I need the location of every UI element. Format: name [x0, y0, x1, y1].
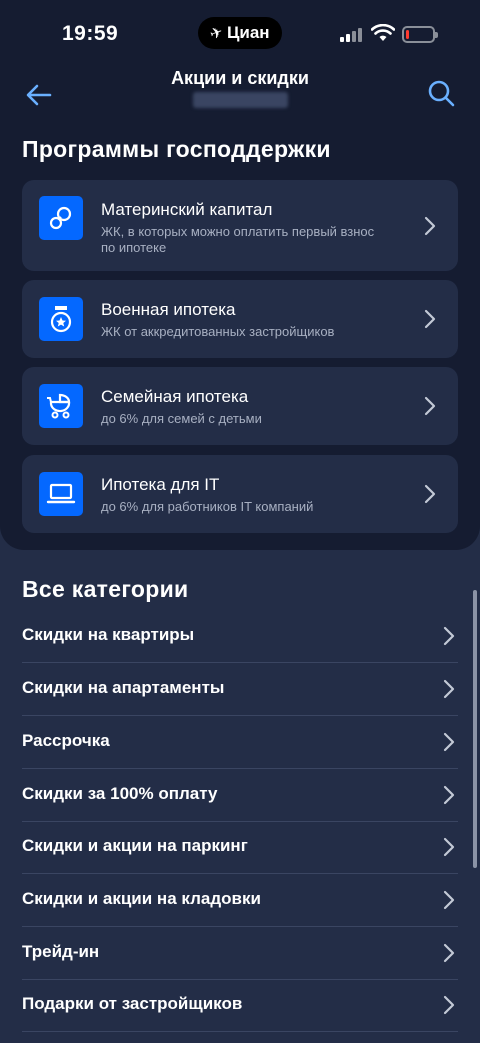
program-title: Военная ипотека [101, 300, 236, 319]
chevron-right-icon [443, 785, 455, 805]
medal-icon [39, 297, 83, 341]
program-title: Материнский капитал [101, 200, 273, 219]
program-description: ЖК от аккредитованных застройщиков [101, 324, 335, 339]
category-label: Трейд-ин [22, 942, 100, 961]
category-label: Подарки от застройщиков [22, 994, 243, 1013]
laptop-icon [39, 472, 83, 516]
chevron-right-icon [443, 626, 455, 646]
program-description: до 6% для работников IT компаний [101, 499, 314, 514]
chevron-right-icon [443, 943, 455, 963]
status-time: 19:59 [62, 22, 119, 45]
category-row-trade-in[interactable]: Трейд-ин [22, 927, 458, 980]
chevron-right-icon [424, 396, 436, 416]
dynamic-island: ✈ Циан [198, 17, 282, 49]
search-icon[interactable] [426, 78, 456, 108]
chevron-right-icon [443, 890, 455, 910]
category-row-storage[interactable]: Скидки и акции на кладовки [22, 874, 458, 927]
scrollbar[interactable] [473, 590, 477, 868]
cellular-signal-icon [340, 28, 362, 42]
program-card-military-mortgage[interactable]: Военная ипотека ЖК от аккредитованных за… [22, 280, 458, 358]
gov-programs-panel: Программы господдержки Материнский капит… [0, 122, 480, 550]
chevron-right-icon [443, 995, 455, 1015]
blurred-subtitle [193, 92, 288, 108]
program-title: Ипотека для IT [101, 475, 220, 494]
pacifier-icon [39, 196, 83, 240]
program-title: Семейная ипотека [101, 387, 249, 406]
categories-title: Все категории [22, 576, 189, 602]
wifi-icon [371, 24, 395, 41]
nav-header: Акции и скидки [0, 64, 480, 122]
category-label: Скидки и акции на паркинг [22, 836, 248, 855]
battery-level-fill [406, 30, 409, 39]
category-label: Скидки за 100% оплату [22, 784, 218, 803]
chevron-right-icon [443, 732, 455, 752]
battery-icon [402, 26, 438, 43]
program-card-family-mortgage[interactable]: Семейная ипотека до 6% для семей с детьм… [22, 367, 458, 445]
category-label: Скидки на апартаменты [22, 678, 225, 697]
gov-programs-title: Программы господдержки [22, 136, 331, 162]
program-card-it-mortgage[interactable]: Ипотека для IT до 6% для работников IT к… [22, 455, 458, 533]
category-label: Скидки и акции на кладовки [22, 889, 261, 908]
category-row-installments[interactable]: Рассрочка [22, 716, 458, 769]
stroller-icon [39, 384, 83, 428]
category-label: Скидки на квартиры [22, 625, 195, 644]
program-card-maternity-capital[interactable]: Материнский капитал ЖК, в которых можно … [22, 180, 458, 271]
chevron-right-icon [443, 679, 455, 699]
chevron-right-icon [424, 484, 436, 504]
category-label: Рассрочка [22, 731, 110, 750]
category-row-full-payment[interactable]: Скидки за 100% оплату [22, 769, 458, 822]
island-app-name: Циан [226, 23, 270, 42]
chevron-right-icon [443, 837, 455, 857]
category-row-parking[interactable]: Скидки и акции на паркинг [22, 821, 458, 874]
category-row-apartments-discounts[interactable]: Скидки на квартиры [22, 610, 458, 663]
chevron-right-icon [424, 216, 436, 236]
page-title: Акции и скидки [171, 68, 309, 88]
cian-logo-icon: ✈ [208, 23, 226, 44]
category-row-developer-gifts[interactable]: Подарки от застройщиков [22, 979, 458, 1032]
category-row-apartments-hotel-discounts[interactable]: Скидки на апартаменты [22, 663, 458, 716]
chevron-right-icon [424, 309, 436, 329]
status-bar: 19:59 ✈ Циан [0, 0, 480, 64]
program-description: ЖК, в которых можно оплатить первый взно… [101, 224, 375, 255]
program-description: до 6% для семей с детьми [101, 411, 262, 426]
